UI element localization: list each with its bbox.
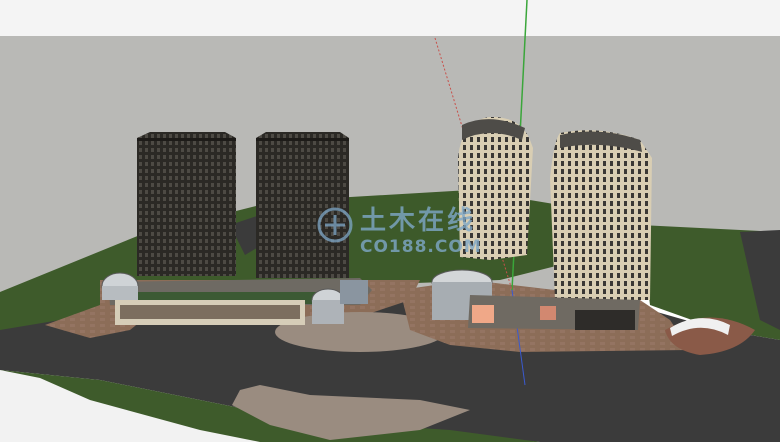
sketchup-viewport[interactable]: 土木在线 CO188.COM <box>0 0 780 442</box>
watermark-chinese: 土木在线 <box>360 206 477 236</box>
shop-sign <box>472 305 494 323</box>
watermark-latin: CO188.COM <box>360 237 482 257</box>
tower-a <box>137 132 236 276</box>
tower-d <box>550 130 652 300</box>
watermark-text: 土木在线 CO188.COM <box>360 200 482 257</box>
tower-b <box>256 132 349 278</box>
glass-block <box>340 280 368 304</box>
sky <box>0 0 780 36</box>
